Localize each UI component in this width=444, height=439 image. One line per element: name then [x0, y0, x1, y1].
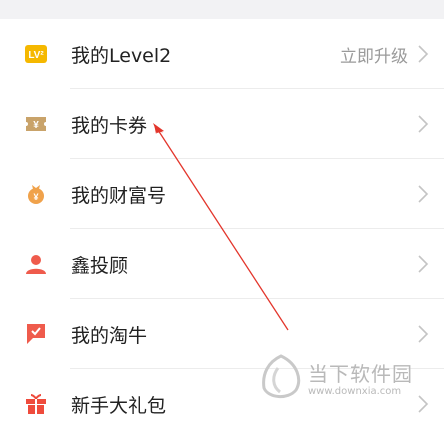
chevron-right-icon: [418, 45, 429, 63]
coupon-icon: ¥: [24, 112, 48, 136]
flag-icon: [24, 322, 48, 346]
advisor-icon: [24, 252, 48, 276]
menu-item-label: 我的Level2: [71, 44, 172, 67]
settings-menu-list: LV² 我的Level2 立即升级 ¥ 我的卡券 ¥ 我的财富号 鑫投顾 我的淘…: [0, 19, 444, 439]
menu-item-label: 我的财富号: [71, 184, 167, 207]
chevron-right-icon: [418, 325, 429, 343]
menu-item-level2[interactable]: LV² 我的Level2 立即升级: [0, 19, 444, 89]
menu-item-label: 我的淘牛: [71, 324, 148, 347]
chevron-right-icon: [418, 255, 429, 273]
menu-item-taoniu[interactable]: 我的淘牛: [0, 299, 444, 369]
level-badge-icon: LV²: [24, 42, 48, 66]
gift-icon: [24, 392, 48, 416]
chevron-right-icon: [418, 185, 429, 203]
wealth-icon: ¥: [24, 182, 48, 206]
menu-item-gift-pack[interactable]: 新手大礼包: [0, 369, 444, 439]
menu-item-advisor[interactable]: 鑫投顾: [0, 229, 444, 299]
svg-text:LV²: LV²: [28, 50, 44, 61]
menu-item-wealth[interactable]: ¥ 我的财富号: [0, 159, 444, 229]
menu-item-label: 我的卡券: [71, 114, 148, 137]
menu-item-coupons[interactable]: ¥ 我的卡券: [0, 89, 444, 159]
menu-item-label: 新手大礼包: [71, 394, 167, 417]
menu-item-label: 鑫投顾: [71, 254, 129, 277]
svg-text:¥: ¥: [33, 120, 39, 131]
upgrade-now-link[interactable]: 立即升级: [340, 42, 408, 67]
svg-text:¥: ¥: [33, 192, 38, 202]
chevron-right-icon: [418, 115, 429, 133]
chevron-right-icon: [418, 395, 429, 413]
